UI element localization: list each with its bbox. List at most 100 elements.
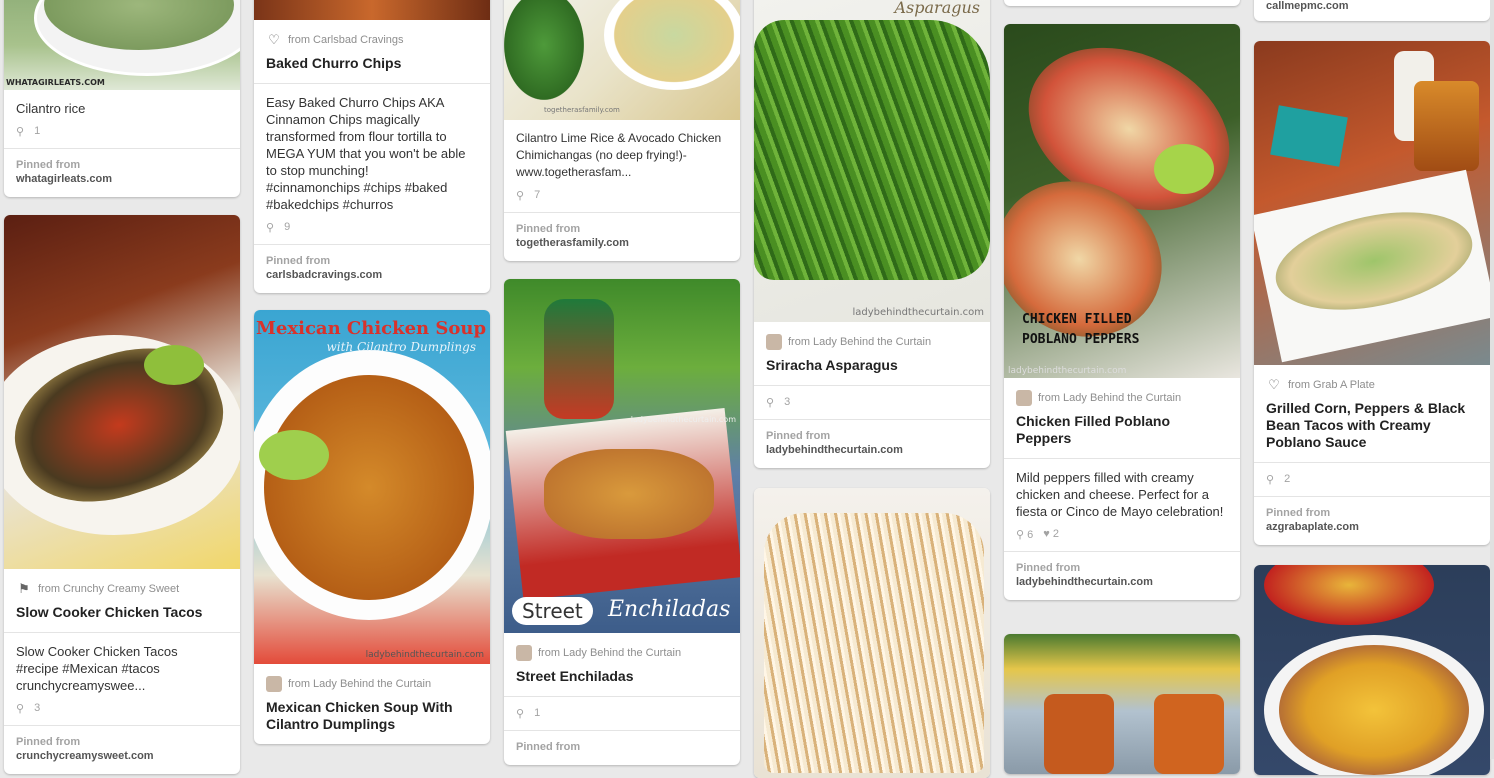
repin-count: 3 <box>34 702 41 714</box>
pin-title[interactable]: Mexican Chicken Soup With Cilantro Dumpl… <box>254 696 490 744</box>
pinned-from-domain[interactable]: callmepmc.com <box>1266 0 1478 12</box>
pin-card-poblano-peppers[interactable]: CHICKEN FILLED POBLANO PEPPERS ladybehin… <box>1004 24 1240 600</box>
pin-card-chimichangas[interactable]: togetherasfamily.com Cilantro Lime Rice … <box>504 0 740 261</box>
pin-image[interactable]: Asparagus ladybehindthecurtain.com <box>754 0 990 322</box>
pinned-from-domain[interactable]: ladybehindthecurtain.com <box>1016 576 1228 588</box>
image-watermark: ladybehindthecurtain.com <box>630 415 736 424</box>
pin-image[interactable]: WHATAGIRLEATS.COM <box>4 0 240 90</box>
source-avatar <box>1016 390 1032 406</box>
pin-source[interactable]: from Lady Behind the Curtain <box>504 633 740 665</box>
pinned-from[interactable]: Pinned from ladybehindthecurtain.com <box>1004 551 1240 600</box>
repin-count: 1 <box>534 707 541 719</box>
pin-source-name[interactable]: from Lady Behind the Curtain <box>288 678 431 690</box>
pin-source[interactable]: from Lady Behind the Curtain <box>254 664 490 696</box>
pin-image[interactable] <box>1254 41 1490 365</box>
pin-image[interactable] <box>4 215 240 569</box>
pin-title[interactable]: Street Enchiladas <box>504 665 740 696</box>
image-subtitle: with Cilantro Dumplings <box>326 340 476 354</box>
pin-card-bottom-partial[interactable] <box>1004 634 1240 774</box>
image-title: CHICKEN FILLED POBLANO PEPPERS <box>1022 312 1140 347</box>
repin-icon: ⚲ <box>766 397 775 409</box>
pinned-from[interactable]: Pinned from azgrabaplate.com <box>1254 496 1490 545</box>
repin-count: 9 <box>284 221 291 233</box>
pinned-from-domain[interactable]: azgrabaplate.com <box>1266 521 1478 533</box>
pinned-from-domain[interactable]: ladybehindthecurtain.com <box>766 444 978 456</box>
pin-image[interactable]: ladybehindthecurtain.com Street Enchilad… <box>504 279 740 633</box>
pinned-from[interactable]: Pinned from carlsbadcravings.com <box>254 244 490 293</box>
repin-icon: ⚲ <box>516 708 525 720</box>
repin-count: 7 <box>534 189 541 201</box>
heart-pin-icon: ♡ <box>1268 377 1280 392</box>
pin-source-name[interactable]: from Lady Behind the Curtain <box>1038 392 1181 404</box>
pin-source-name[interactable]: from Crunchy Creamy Sweet <box>38 583 179 595</box>
repin-icon: ⚲ <box>1266 474 1275 486</box>
pin-title[interactable]: Baked Churro Chips <box>254 52 490 83</box>
repin-count: 2 <box>1284 473 1291 485</box>
pinned-from-domain[interactable]: togetherasfamily.com <box>516 237 728 249</box>
pinned-from[interactable]: Pinned from crunchycreamysweet.com <box>4 725 240 774</box>
pin-card-top-partial[interactable] <box>1004 0 1240 6</box>
pin-image[interactable] <box>754 488 990 778</box>
pin-image[interactable] <box>1004 634 1240 774</box>
repin-count: 6 <box>1027 529 1034 541</box>
pinned-from-label: Pinned from <box>266 255 331 267</box>
source-avatar <box>516 645 532 661</box>
repin-icon: ⚲ <box>516 190 525 202</box>
repin-icon: ⚲ <box>16 703 25 715</box>
pinned-from[interactable]: Pinned from whatagirleats.com <box>4 148 240 197</box>
repin-count: 1 <box>34 125 41 137</box>
image-watermark: ladybehindthecurtain.com <box>852 307 984 318</box>
pinned-from[interactable]: Pinned from <box>504 730 740 765</box>
image-title: Asparagus <box>894 0 981 17</box>
pinned-from-domain[interactable]: whatagirleats.com <box>16 173 228 185</box>
pin-card-sriracha-asparagus[interactable]: Asparagus ladybehindthecurtain.com from … <box>754 0 990 468</box>
pin-source[interactable]: from Lady Behind the Curtain <box>754 322 990 354</box>
pin-title[interactable]: Chicken Filled Poblano Peppers <box>1004 410 1240 458</box>
pinned-from[interactable]: callmepmc.com <box>1254 0 1490 21</box>
pin-title[interactable]: Sriracha Asparagus <box>754 354 990 385</box>
pinned-from[interactable]: Pinned from ladybehindthecurtain.com <box>754 419 990 468</box>
pin-source-name[interactable]: from Grab A Plate <box>1288 379 1375 391</box>
image-label-enchiladas: Enchiladas <box>608 597 731 622</box>
pin-title[interactable]: Grilled Corn, Peppers & Black Bean Tacos… <box>1254 397 1490 462</box>
pin-image[interactable]: CHICKEN FILLED POBLANO PEPPERS ladybehin… <box>1004 24 1240 378</box>
pinned-from-domain[interactable]: crunchycreamysweet.com <box>16 750 228 762</box>
pin-title[interactable]: Slow Cooker Chicken Tacos <box>4 601 240 632</box>
pin-source[interactable]: ♡ from Carlsbad Cravings <box>254 20 490 52</box>
pin-card-street-enchiladas[interactable]: ladybehindthecurtain.com Street Enchilad… <box>504 279 740 765</box>
pin-image[interactable]: Mexican Chicken Soup with Cilantro Dumpl… <box>254 310 490 664</box>
pin-source-name[interactable]: from Lady Behind the Curtain <box>788 336 931 348</box>
pin-description: Slow Cooker Chicken Tacos <box>16 644 178 659</box>
source-avatar <box>266 676 282 692</box>
pinned-from[interactable]: Pinned from togetherasfamily.com <box>504 212 740 261</box>
pin-card-coconut-bread[interactable] <box>754 488 990 778</box>
pin-source[interactable]: ⚑ from Crunchy Creamy Sweet <box>4 569 240 601</box>
pin-source-name[interactable]: from Carlsbad Cravings <box>288 34 404 46</box>
pin-source[interactable]: from Lady Behind the Curtain <box>1004 378 1240 410</box>
pin-hashtags[interactable]: #cinnamonchips #chips #baked #bakedchips… <box>266 179 478 213</box>
pin-image[interactable]: togetherasfamily.com <box>504 0 740 120</box>
scrollbar[interactable] <box>1490 0 1494 759</box>
image-title: Mexican Chicken Soup <box>256 318 487 339</box>
pin-source-name[interactable]: from Lady Behind the Curtain <box>538 647 681 659</box>
pin-card-baked-churro-chips[interactable]: ♡ from Carlsbad Cravings Baked Churro Ch… <box>254 0 490 293</box>
pin-card-cilantro-rice[interactable]: WHATAGIRLEATS.COM Cilantro rice ⚲ 1 Pinne… <box>4 0 240 197</box>
image-watermark: ladybehindthecurtain.com <box>1008 366 1127 376</box>
pinned-from-label: Pinned from <box>1266 507 1331 519</box>
pinned-from-domain[interactable]: carlsbadcravings.com <box>266 269 478 281</box>
repin-icon: ⚲ <box>1016 529 1025 541</box>
like-count: 2 <box>1052 528 1059 540</box>
pushpin-icon: ⚑ <box>18 581 30 596</box>
pin-hashtags[interactable]: #recipe #Mexican #tacos crunchycreamyswe… <box>16 660 228 694</box>
pin-description: Cilantro Lime Rice & Avocado Chicken Chi… <box>516 131 722 179</box>
pin-card-slow-cooker-tacos[interactable]: ⚑ from Crunchy Creamy Sweet Slow Cooker … <box>4 215 240 774</box>
pin-source[interactable]: ♡ from Grab A Plate <box>1254 365 1490 397</box>
pin-card-grilled-corn-tacos[interactable]: ♡ from Grab A Plate Grilled Corn, Pepper… <box>1254 41 1490 545</box>
pin-image[interactable] <box>254 0 490 20</box>
pin-image[interactable] <box>1254 565 1490 775</box>
heart-icon: ♥ <box>1043 528 1050 540</box>
pin-description: Cilantro rice <box>16 101 86 116</box>
pin-card-callmepmc[interactable]: callmepmc.com <box>1254 0 1490 21</box>
pin-card-pineapple-salsa[interactable] <box>1254 565 1490 775</box>
pin-card-mexican-chicken-soup[interactable]: Mexican Chicken Soup with Cilantro Dumpl… <box>254 310 490 744</box>
